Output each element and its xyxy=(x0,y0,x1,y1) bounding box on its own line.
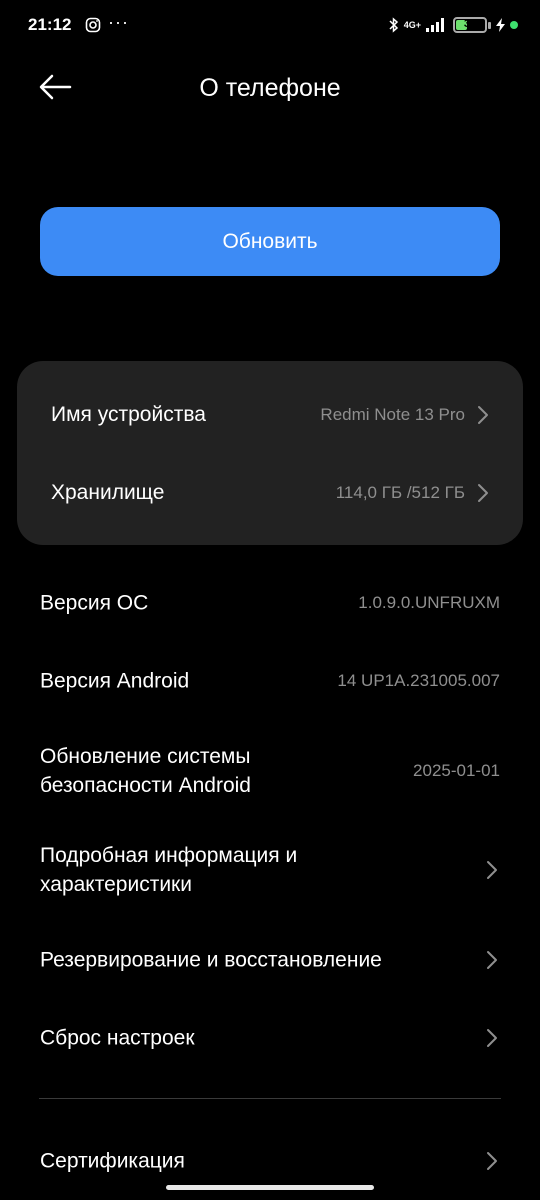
storage-label: Хранилище xyxy=(51,481,165,504)
details-row[interactable]: Подробная информация и характеристики xyxy=(0,825,540,915)
battery-icon: 39 xyxy=(453,17,487,33)
status-bar: 21:12 ··· 4G+ 39 xyxy=(0,0,540,50)
security-update-value: 2025-01-01 xyxy=(413,761,500,780)
os-version-row: Версия ОС 1.0.9.0.UNFRUXM xyxy=(0,568,540,638)
android-version-label: Версия Android xyxy=(40,669,190,693)
signal-icon xyxy=(426,18,444,32)
security-update-label: Обновление системы безопасности Android xyxy=(40,742,251,800)
storage-value: 114,0 ГБ /512 ГБ xyxy=(335,483,465,502)
chevron-right-icon xyxy=(487,1152,497,1170)
android-version-value: 14 UP1A.231005.007 xyxy=(337,671,500,690)
details-label: Подробная информация и характеристики xyxy=(40,841,297,899)
certification-label: Сертификация xyxy=(40,1149,185,1173)
status-indicators: 4G+ 39 xyxy=(389,14,518,36)
chevron-right-icon xyxy=(487,951,497,969)
home-indicator[interactable] xyxy=(166,1185,374,1190)
reset-row[interactable]: Сброс настроек xyxy=(0,1003,540,1073)
backup-row[interactable]: Резервирование и восстановление xyxy=(0,925,540,995)
device-name-label: Имя устройства xyxy=(51,403,206,426)
storage-row[interactable]: Хранилище 114,0 ГБ /512 ГБ xyxy=(17,458,523,528)
chevron-right-icon xyxy=(478,406,488,424)
chevron-right-icon xyxy=(487,1029,497,1047)
instagram-icon xyxy=(85,17,101,33)
status-time: 21:12 xyxy=(28,15,72,34)
security-update-row: Обновление системы безопасности Android … xyxy=(0,726,540,816)
os-version-value: 1.0.9.0.UNFRUXM xyxy=(358,593,500,612)
details-label-line2: характеристики xyxy=(40,873,192,896)
more-notifications-icon: ··· xyxy=(108,12,129,32)
battery-cap xyxy=(488,21,491,29)
os-version-label: Версия ОС xyxy=(40,591,149,615)
update-button[interactable]: Обновить xyxy=(40,207,500,276)
android-version-row: Версия Android 14 UP1A.231005.007 xyxy=(0,646,540,716)
chevron-right-icon xyxy=(478,484,488,502)
divider xyxy=(39,1098,501,1099)
security-update-label-line2: безопасности Android xyxy=(40,774,251,797)
device-card: Имя устройства Redmi Note 13 Pro Хранили… xyxy=(17,361,523,545)
privacy-indicator-dot xyxy=(510,21,518,29)
chevron-right-icon xyxy=(487,861,497,879)
battery-percent: 39 xyxy=(463,18,477,30)
device-name-row[interactable]: Имя устройства Redmi Note 13 Pro xyxy=(17,380,523,450)
network-type: 4G+ xyxy=(403,19,421,30)
reset-label: Сброс настроек xyxy=(40,1026,195,1050)
device-name-value: Redmi Note 13 Pro xyxy=(320,405,465,424)
security-update-label-line1: Обновление системы xyxy=(40,745,251,768)
charging-icon xyxy=(496,18,505,32)
page-title: О телефоне xyxy=(199,74,341,102)
backup-label: Резервирование и восстановление xyxy=(40,948,382,972)
bluetooth-icon xyxy=(389,17,398,33)
details-label-line1: Подробная информация и xyxy=(40,844,298,867)
